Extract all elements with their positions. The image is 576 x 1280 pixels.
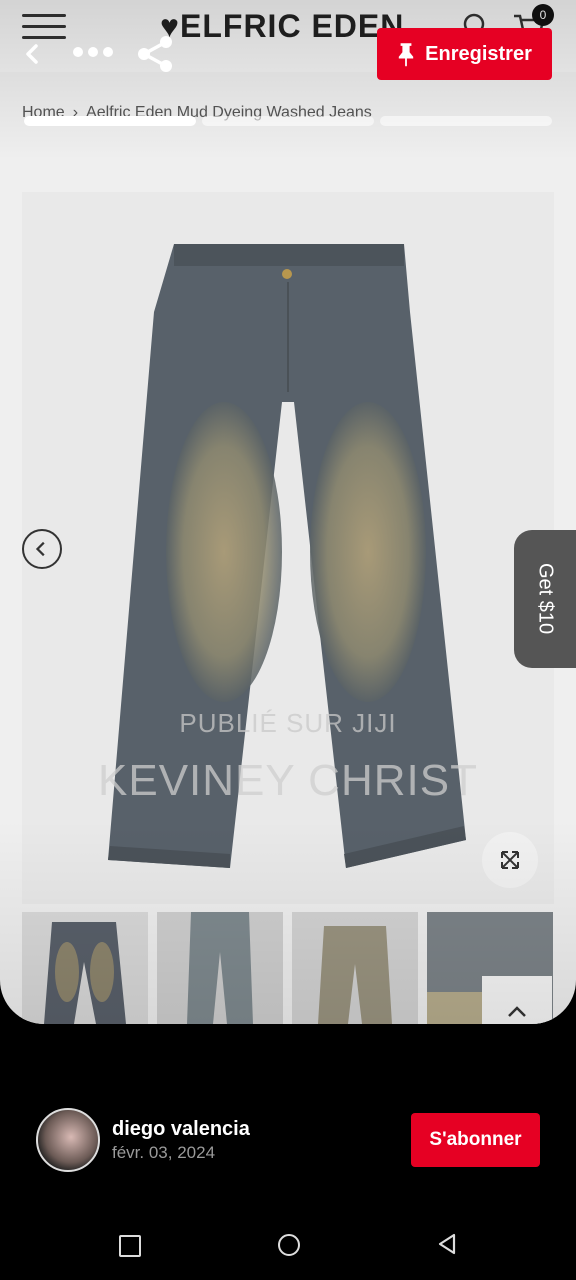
expand-button[interactable] [482, 832, 538, 888]
nav-back-icon[interactable] [436, 1232, 458, 1256]
follow-button[interactable]: S'abonner [411, 1113, 540, 1167]
thumbnail-model-image [157, 912, 283, 1024]
pin-icon [398, 43, 414, 67]
progress-fill [24, 116, 196, 126]
author-name[interactable]: diego valencia [112, 1118, 250, 1141]
nav-recents-icon[interactable] [119, 1235, 141, 1257]
progress-segment [380, 116, 552, 126]
thumbnail[interactable] [22, 912, 148, 1024]
share-icon[interactable] [136, 34, 176, 74]
chevron-up-icon [508, 1006, 526, 1017]
pin-viewer: ♥ELFRIC EDEN 0 Home › Aelfric Eden Mud Dye… [0, 0, 576, 1024]
cart-count-badge: 0 [532, 4, 554, 26]
progress-segment [24, 116, 196, 126]
nav-home-icon[interactable] [278, 1234, 300, 1256]
promo-tab[interactable]: Get $10 [514, 530, 576, 668]
story-progress [24, 116, 552, 126]
thumbnail-strip [22, 912, 554, 1024]
thumbnail-jeans-image [44, 922, 126, 1024]
back-arrow-icon[interactable] [18, 38, 46, 70]
brand-logo: ♥ELFRIC EDEN [160, 8, 405, 44]
post-date: févr. 03, 2024 [112, 1143, 216, 1162]
progress-segment [202, 116, 374, 126]
previous-image-button[interactable] [22, 529, 62, 569]
watermark-name: KEVINEY CHRIST [98, 756, 478, 805]
chevron-left-icon [35, 541, 45, 557]
watermark-text: PUBLIÉ SUR JIJI [179, 708, 397, 738]
expand-icon [501, 851, 519, 869]
thumbnail[interactable] [157, 912, 283, 1024]
save-button-label: Enregistrer [425, 42, 532, 65]
more-icon[interactable] [72, 44, 114, 60]
thumbnail-back-image [292, 912, 418, 1024]
scroll-top-button[interactable] [482, 976, 552, 1024]
promo-tab-label: Get $10 [534, 563, 557, 635]
thumbnail[interactable] [292, 912, 418, 1024]
avatar[interactable] [36, 1108, 100, 1172]
save-button[interactable]: Enregistrer [377, 28, 552, 80]
